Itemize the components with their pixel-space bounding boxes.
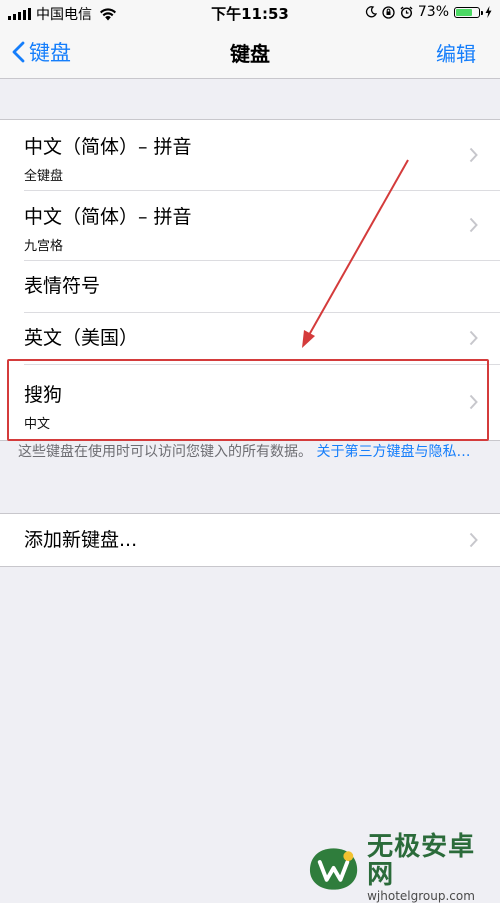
watermark-name: 无极安卓网 (367, 832, 476, 890)
list-item-title: 英文（美国） (24, 327, 139, 349)
privacy-note: 这些键盘在使用时可以访问您键入的所有数据。 关于第三方键盘与隐私… (18, 441, 483, 463)
list-item-subtitle: 中文 (24, 417, 51, 432)
add-keyboard-label: 添加新键盘... (24, 529, 138, 551)
battery-fill (456, 8, 473, 16)
list-item-subtitle: 九宫格 (24, 239, 64, 254)
status-right: 73% (365, 4, 492, 20)
navigation-bar: 键盘 键盘 编辑 (0, 26, 500, 79)
keyboard-item-pinyin-full[interactable]: 中文（简体）– 拼音 全键盘 (0, 120, 500, 190)
privacy-link[interactable]: 关于第三方键盘与隐私… (316, 444, 470, 460)
list-item-title: 表情符号 (24, 275, 101, 297)
battery-icon (454, 6, 483, 18)
list-item-title: 中文（简体）– 拼音 (24, 136, 192, 158)
list-item-subtitle: 全键盘 (24, 169, 64, 184)
keyboard-item-sogou[interactable]: 搜狗 中文 (0, 364, 500, 440)
keyboard-item-pinyin-9key[interactable]: 中文（简体）– 拼音 九宫格 (0, 190, 500, 260)
privacy-note-text: 这些键盘在使用时可以访问您键入的所有数据。 (18, 444, 312, 460)
watermark-url: wjhotelgroup.com (367, 889, 475, 903)
battery-percent: 73% (417, 4, 449, 20)
orientation-lock-icon (382, 5, 395, 19)
add-keyboard-group: 添加新键盘... (0, 513, 500, 567)
chevron-right-icon (469, 217, 478, 233)
edit-button[interactable]: 编辑 (436, 38, 476, 67)
status-bar: 中国电信 下午11:53 73% (0, 0, 500, 26)
keyboard-item-english-us[interactable]: 英文（美国） (0, 312, 500, 364)
alarm-icon (400, 6, 413, 19)
keyboard-list: 中文（简体）– 拼音 全键盘 中文（简体）– 拼音 九宫格 表情符号 英文（美国… (0, 119, 500, 441)
chevron-right-icon (469, 147, 478, 163)
chevron-right-icon (469, 394, 478, 410)
watermark-text: 无极安卓网 wjhotelgroup.com (367, 833, 500, 903)
moon-icon (365, 6, 377, 18)
chevron-right-icon (469, 330, 478, 346)
keyboard-item-emoji[interactable]: 表情符号 (0, 260, 500, 312)
list-item-title: 搜狗 (24, 384, 63, 406)
list-item-title: 中文（简体）– 拼音 (24, 206, 192, 228)
chevron-right-icon (469, 532, 478, 548)
add-keyboard-button[interactable]: 添加新键盘... (0, 514, 500, 566)
page-title: 键盘 (230, 42, 270, 66)
charging-bolt-icon (485, 6, 492, 18)
watermark-logo-icon (309, 848, 358, 890)
watermark: 无极安卓网 wjhotelgroup.com (306, 833, 500, 903)
